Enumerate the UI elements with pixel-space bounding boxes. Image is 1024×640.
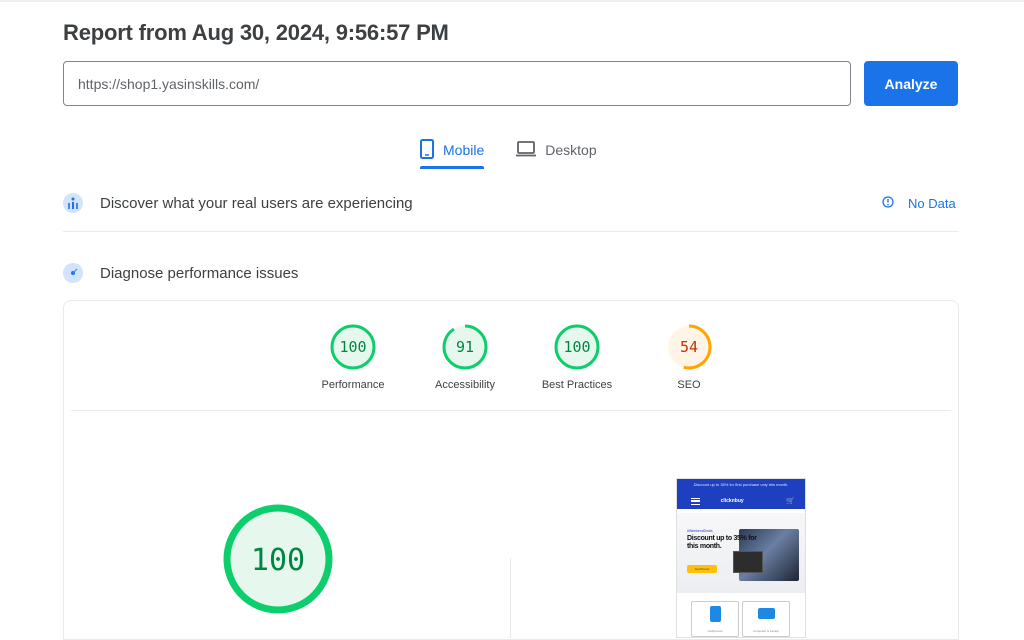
- preview-headline: Discount up to 35% for this month.: [687, 535, 757, 550]
- lab-data-title: Diagnose performance issues: [100, 264, 299, 282]
- section-divider: [63, 231, 959, 232]
- tab-desktop[interactable]: Desktop: [516, 132, 597, 168]
- gauge-seo-label: SEO: [677, 379, 701, 391]
- preview-hero: #WeekendDeals Discount up to 35% for thi…: [677, 513, 805, 593]
- preview-brand: clicknbuy: [720, 498, 744, 504]
- phone-icon: [710, 606, 721, 622]
- report-title: Report from Aug 30, 2024, 9:56:57 PM: [63, 20, 449, 45]
- gauge-accessibility-ring: 91: [442, 324, 488, 370]
- tab-mobile[interactable]: Mobile: [420, 132, 485, 169]
- lab-data-icon: [63, 263, 83, 283]
- hamburger-icon: [691, 497, 700, 505]
- gauge-seo-value: 54: [680, 338, 698, 356]
- device-tabs: Mobile Desktop: [420, 132, 597, 169]
- lab-data-section: Diagnose performance issues: [63, 263, 298, 283]
- gauge-best-practices[interactable]: 100 Best Practices: [521, 323, 633, 391]
- field-data-section: Discover what your real users are experi…: [63, 193, 413, 213]
- preview-nav: clicknbuy 🛒: [677, 493, 805, 509]
- top-border: [0, 0, 1024, 2]
- gauge-seo[interactable]: 54 SEO: [633, 323, 745, 391]
- analyze-button[interactable]: Analyze: [864, 61, 958, 106]
- gauge-accessibility-value: 91: [456, 338, 474, 356]
- no-data-label: No Data: [908, 196, 956, 211]
- gauge-accessibility-label: Accessibility: [435, 379, 495, 391]
- tab-desktop-label: Desktop: [545, 142, 597, 158]
- smartphone-icon: [420, 138, 434, 162]
- field-data-icon: [63, 193, 83, 213]
- info-icon: [882, 196, 894, 211]
- gauge-performance-value: 100: [339, 338, 366, 356]
- field-data-title: Discover what your real users are experi…: [100, 194, 413, 212]
- preview-categories: Cellphones Computer & Laptop: [691, 601, 790, 637]
- main-performance-gauge: 100: [221, 502, 335, 621]
- preview-tag: #WeekendDeals: [687, 529, 713, 533]
- page-screenshot-preview: Discount up to 35% for first purchase on…: [676, 478, 806, 638]
- url-input[interactable]: [78, 75, 836, 92]
- laptop-icon: [758, 608, 775, 619]
- gauge-seo-ring: 54: [666, 324, 712, 370]
- gauge-best-practices-label: Best Practices: [541, 379, 613, 391]
- preview-cta: Get Promo: [687, 565, 717, 573]
- tab-mobile-label: Mobile: [443, 142, 485, 158]
- preview-product-image-2: [733, 551, 763, 573]
- gauge-performance-ring: 100: [330, 324, 376, 370]
- main-gauge-ring: 100: [223, 504, 333, 614]
- gauge-accessibility[interactable]: 91 Accessibility: [409, 323, 521, 391]
- gauge-best-practices-value: 100: [563, 338, 590, 356]
- preview-category: Cellphones: [691, 601, 739, 637]
- vertical-divider: [510, 558, 511, 638]
- preview-category: Computer & Laptop: [742, 601, 790, 637]
- card-divider: [71, 410, 951, 411]
- url-field[interactable]: [63, 61, 851, 106]
- score-gauges: 100 Performance 91 Accessibility 100 Bes…: [297, 323, 745, 391]
- field-data-status[interactable]: No Data: [882, 196, 956, 211]
- gauge-performance[interactable]: 100 Performance: [297, 323, 409, 391]
- gauge-best-practices-ring: 100: [554, 324, 600, 370]
- cart-icon: 🛒: [786, 498, 795, 505]
- laptop-icon: [516, 140, 537, 160]
- gauge-performance-label: Performance: [321, 379, 385, 391]
- main-score-value: 100: [251, 543, 305, 578]
- preview-promo-bar: Discount up to 35% for first purchase on…: [677, 479, 805, 493]
